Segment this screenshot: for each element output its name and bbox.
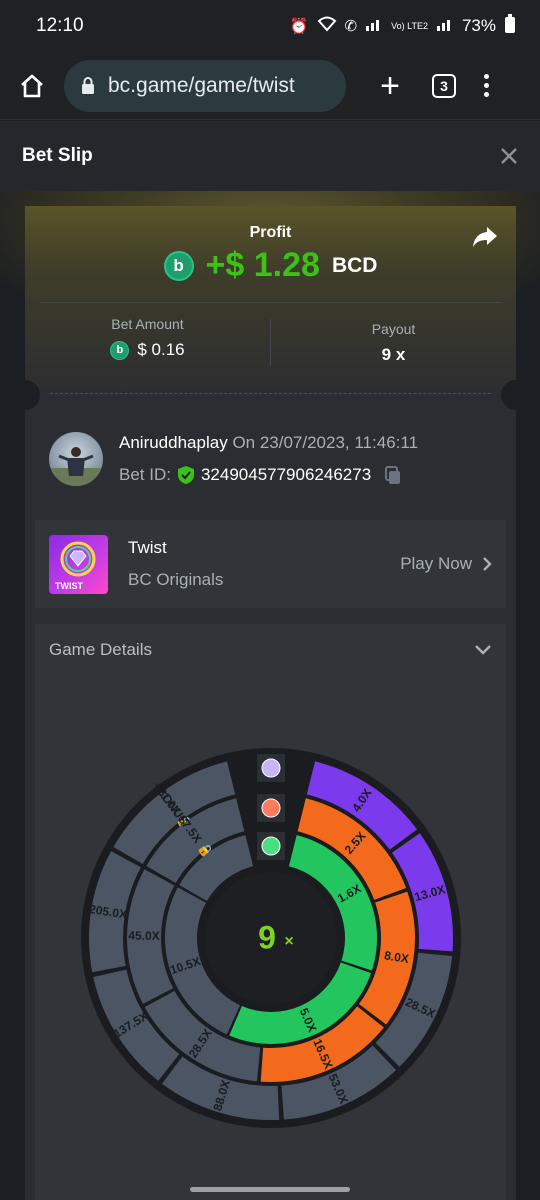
bcd-coin-icon: b (163, 250, 194, 281)
profit-row: b +$ 1.28 BCD (25, 246, 516, 285)
home-icon (21, 74, 43, 97)
chevron-right-icon (483, 557, 492, 571)
profit-amount: +$ 1.28 (205, 246, 320, 284)
game-thumbnail: TWIST (49, 534, 108, 594)
bet-amount-stat: Bet Amount b $ 0.16 (25, 316, 270, 360)
game-details-header[interactable]: Game Details (35, 624, 506, 676)
play-now-label: Play Now (400, 554, 472, 573)
ticket-notch-left (10, 380, 40, 410)
signal-icon (365, 16, 383, 36)
diamond-gem-icon (261, 758, 281, 778)
share-icon (473, 227, 497, 247)
call-icon: ✆ (344, 18, 358, 35)
bet-id-value: 324904577906246273 (200, 465, 372, 484)
status-bar: 12:10 ⏰ ✆ Vo) LTE2 73% (0, 0, 540, 52)
game-details-panel: Game Details 4.0X 13.0X 28.5X 53.0X 88.0X 137… (35, 624, 506, 1200)
game-name: Twist (128, 538, 167, 557)
profit-label: Profit (249, 224, 292, 241)
bet-date: On 23/07/2023, 11:46:11 (232, 433, 419, 452)
bcd-coin-icon-small: b (110, 340, 130, 360)
new-tab-button[interactable]: + (374, 69, 406, 103)
game-thumb-label: TWIST (55, 581, 83, 591)
profit-section: Profit b +$ 1.28 BCD Bet Amount b $ 0.16… (25, 206, 516, 394)
bet-id-label: Bet ID: (119, 465, 171, 484)
share-button[interactable] (472, 226, 498, 253)
divider (40, 302, 501, 303)
center-unit: × (284, 933, 293, 950)
payout-stat: Payout 9 x (271, 321, 516, 365)
dashed-separator (50, 393, 491, 394)
user-row: Aniruddhaplay On 23/07/2023, 11:46:11 Be… (49, 432, 418, 486)
payout-value: 9 x (381, 345, 406, 364)
status-time: 12:10 (36, 15, 84, 36)
close-icon (501, 148, 517, 164)
bet-amount-value: $ 0.16 (137, 340, 185, 359)
payout-label: Payout (371, 321, 416, 337)
twist-wheel: 4.0X13.0X28.5X53.0X88.0X137.5X205.0X+21.… (81, 748, 461, 1128)
home-indicator (190, 1187, 350, 1192)
chevron-down-icon (475, 645, 491, 655)
emerald-gem-icon (261, 836, 281, 856)
bet-slip-title: Bet Slip (22, 145, 93, 166)
copy-icon[interactable] (383, 465, 403, 485)
url-bar[interactable]: bc.game/game/twist (64, 59, 346, 112)
game-details-title: Game Details (49, 640, 152, 659)
verified-shield-icon (177, 466, 194, 484)
url-text: bc.game/game/twist (108, 73, 295, 97)
battery-icon (504, 13, 516, 39)
profit-currency: BCD (331, 253, 378, 277)
battery-percent: 73% (461, 16, 496, 35)
ruby-gem-icon (261, 798, 281, 818)
bet-slip-card: Profit b +$ 1.28 BCD Bet Amount b $ 0.16… (10, 206, 531, 1200)
game-provider: BC Originals (128, 570, 224, 589)
browser-toolbar: bc.game/game/twist + 3 (0, 52, 540, 120)
signal-icon-2 (436, 16, 454, 36)
alarm-icon: ⏰ (289, 18, 309, 35)
browser-menu-button[interactable] (484, 74, 489, 97)
network-label: Vo) LTE2 (391, 20, 428, 31)
middle-segment-label: 45.0X (128, 929, 160, 943)
close-button[interactable] (500, 140, 518, 172)
bet-id-row: Bet ID: 324904577906246273 (119, 465, 418, 485)
home-button[interactable] (14, 68, 50, 104)
username[interactable]: Aniruddhaplay (119, 433, 228, 452)
avatar[interactable] (49, 432, 103, 486)
play-now-link[interactable]: Play Now (400, 554, 492, 574)
ticket-notch-right (501, 380, 531, 410)
status-icons: ⏰ ✆ Vo) LTE2 73% (289, 13, 516, 39)
center-multiplier: 9 (258, 919, 276, 955)
bet-amount-label: Bet Amount (111, 316, 184, 332)
wifi-icon (317, 16, 337, 36)
bet-slip-header: Bet Slip (0, 121, 540, 191)
lock-icon (82, 76, 94, 94)
game-card[interactable]: TWIST Twist BC Originals Play Now (35, 520, 506, 608)
tab-switcher-button[interactable]: 3 (432, 73, 456, 98)
